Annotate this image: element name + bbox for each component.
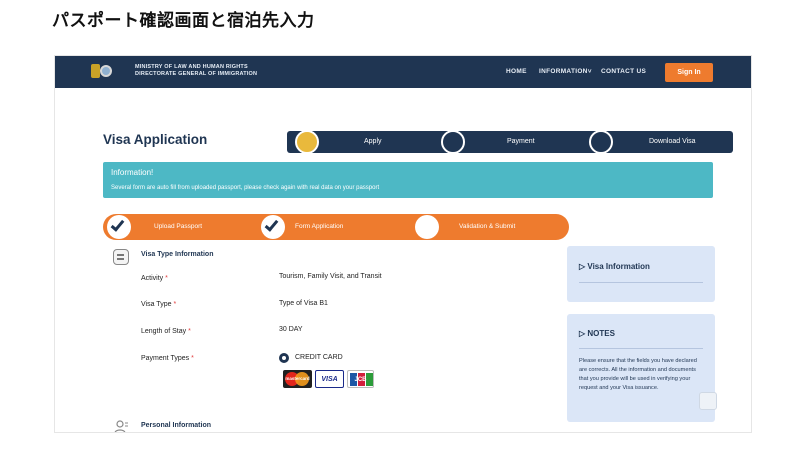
visa-type-label: Visa Type *: [141, 301, 176, 308]
divider: [579, 282, 703, 283]
information-alert-heading: Information!: [111, 168, 154, 177]
length-of-stay-value: 30 DAY: [279, 326, 303, 333]
check-icon: [264, 217, 279, 232]
step-download-indicator: [589, 130, 613, 154]
personal-info-section-title: Personal Information: [141, 422, 212, 429]
required-marker: *: [188, 328, 191, 335]
payment-types-label-text: Payment Types: [141, 355, 190, 362]
immigration-emblem-icon: [100, 65, 112, 77]
step-apply-indicator: [295, 130, 319, 154]
progress-step-form-circle: [261, 215, 285, 239]
check-icon: [110, 217, 125, 232]
notes-panel: ▷ NOTES Please ensure that the fields yo…: [567, 314, 715, 422]
length-of-stay-label: Length of Stay *: [141, 328, 191, 335]
ministry-line-2: DIRECTORATE GENERAL OF IMMIGRATION: [135, 71, 258, 77]
mastercard-icon: mastercard: [283, 370, 312, 388]
notes-title[interactable]: ▷ NOTES: [579, 329, 615, 338]
payment-types-label: Payment Types *: [141, 355, 194, 362]
information-alert-text: Several form are auto fill from uploaded…: [111, 185, 380, 191]
jcb-card-icon: JCB: [347, 370, 374, 388]
required-marker: *: [191, 355, 194, 362]
nav-contact-link[interactable]: CONTACT US: [601, 68, 646, 75]
activity-label: Activity *: [141, 275, 168, 282]
credit-card-radio-label[interactable]: CREDIT CARD: [295, 354, 343, 361]
caret-right-icon: ▷: [579, 329, 586, 338]
step-payment-indicator: [441, 130, 465, 154]
chevron-down-icon: ˅: [587, 68, 592, 75]
progress-step-upload-label: Upload Passport: [154, 223, 203, 230]
ministry-line-1: MINISTRY OF LAW AND HUMAN RIGHTS: [135, 64, 248, 70]
scroll-to-top-icon[interactable]: [699, 392, 717, 410]
form-progress-bar: Upload Passport Form Application Validat…: [103, 214, 569, 240]
mastercard-logo-text: mastercard: [285, 376, 310, 381]
divider: [579, 348, 703, 349]
visa-information-title-text: Visa Information: [587, 262, 650, 271]
visa-type-section-title: Visa Type Information: [141, 251, 214, 258]
visa-type-value: Type of Visa B1: [279, 300, 328, 307]
progress-step-validation-label: Validation & Submit: [459, 223, 516, 230]
activity-value: Tourism, Family Visit, and Transit: [279, 273, 382, 280]
immigration-logo-icon: [91, 64, 112, 80]
browser-frame: MINISTRY OF LAW AND HUMAN RIGHTS DIRECTO…: [54, 55, 752, 433]
document-icon: [113, 249, 129, 265]
visa-card-icon: VISA: [315, 370, 344, 388]
top-navbar: MINISTRY OF LAW AND HUMAN RIGHTS DIRECTO…: [55, 56, 751, 88]
garuda-emblem-icon: [91, 64, 100, 78]
nav-information-label: INFORMATION: [539, 68, 588, 75]
information-alert: Information! Several form are auto fill …: [103, 162, 713, 198]
sign-in-button[interactable]: Sign In: [665, 63, 713, 82]
nav-information-link[interactable]: INFORMATION˅: [539, 68, 592, 75]
progress-step-upload-circle: [107, 215, 131, 239]
notes-title-text: NOTES: [587, 329, 615, 338]
visa-information-panel[interactable]: ▷ Visa Information: [567, 246, 715, 302]
step-payment-label[interactable]: Payment: [507, 138, 535, 145]
caret-right-icon: ▷: [579, 262, 586, 271]
application-stepper: Apply Payment Download Visa: [287, 130, 733, 154]
nav-home-link[interactable]: HOME: [506, 68, 527, 75]
page-title: Visa Application: [103, 132, 208, 147]
visa-information-title[interactable]: ▷ Visa Information: [579, 262, 650, 271]
required-marker: *: [165, 275, 168, 282]
progress-step-validation-circle: [415, 215, 439, 239]
activity-label-text: Activity: [141, 275, 164, 282]
user-icon: [113, 419, 129, 432]
step-download-label[interactable]: Download Visa: [649, 138, 696, 145]
page-heading: パスポート確認画面と宿泊先入力: [52, 11, 315, 31]
required-marker: *: [173, 301, 177, 308]
step-apply-label[interactable]: Apply: [364, 138, 382, 145]
jcb-logo-text: JCB: [354, 377, 367, 383]
visa-type-label-text: Visa Type: [141, 301, 172, 308]
progress-step-form-label: Form Application: [295, 223, 344, 230]
ministry-name: MINISTRY OF LAW AND HUMAN RIGHTS DIRECTO…: [135, 64, 257, 78]
length-of-stay-label-text: Length of Stay: [141, 328, 187, 335]
notes-text: Please ensure that the fields you have d…: [579, 358, 697, 391]
credit-card-radio[interactable]: [279, 353, 289, 363]
